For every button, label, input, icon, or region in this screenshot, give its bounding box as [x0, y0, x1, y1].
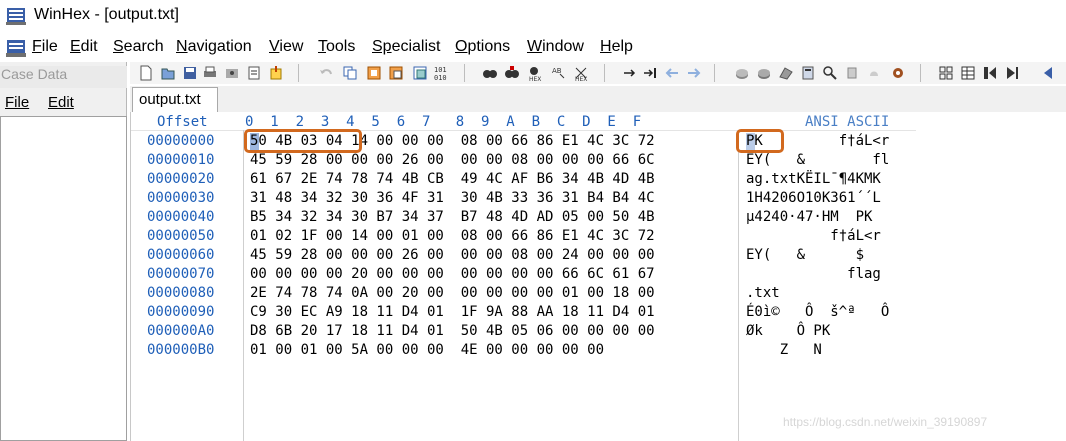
table-view-icon[interactable] — [960, 65, 976, 81]
svg-text:HEX: HEX — [575, 76, 587, 81]
menu-specialist[interactable]: Specialist — [372, 38, 440, 56]
case-menu-file[interactable]: File — [5, 94, 29, 111]
case-data-tree[interactable] — [0, 116, 127, 441]
previous-page-icon[interactable] — [982, 65, 998, 81]
document-icon — [6, 40, 26, 57]
pk-ascii-highlight — [736, 129, 784, 153]
paste-zero-icon[interactable] — [412, 65, 428, 81]
next-page-icon[interactable] — [1004, 65, 1020, 81]
case-data-menu: File Edit — [0, 92, 127, 114]
tool-icon[interactable] — [844, 65, 860, 81]
find-text-icon[interactable] — [482, 65, 498, 81]
calculator-icon[interactable] — [800, 65, 816, 81]
menu-search-key: S — [113, 38, 124, 55]
svg-text:010: 010 — [434, 74, 447, 81]
title-bar: WinHex - [output.txt] — [0, 0, 1066, 34]
menu-tools[interactable]: Tools — [318, 38, 355, 56]
menu-search-label: earch — [123, 38, 164, 55]
offset-header: Offset — [157, 114, 208, 130]
toolbar-separator — [298, 64, 299, 82]
case-menu-edit[interactable]: Edit — [48, 94, 74, 111]
hex-editor-view[interactable]: Offset 0 1 2 3 4 5 6 7 8 9 A B C D E F A… — [130, 112, 1066, 441]
cut-block-icon[interactable] — [366, 65, 382, 81]
menu-view-label: iew — [279, 38, 304, 55]
toolbar: 101 010 HEX AB HEX — [130, 62, 1066, 84]
search-icon[interactable] — [822, 65, 838, 81]
disk-icon[interactable] — [734, 65, 750, 81]
menu-bar: File Edit Search Navigation View Tools S… — [0, 36, 1066, 60]
menu-file-key: F — [32, 38, 42, 55]
go-to-offset-icon[interactable] — [622, 65, 638, 81]
menu-navigation-key: N — [176, 38, 188, 55]
toolbar-separator — [920, 64, 921, 82]
menu-view[interactable]: View — [269, 38, 303, 56]
menu-specialist-label: ecialist — [391, 38, 441, 55]
menu-edit-label: dit — [80, 38, 98, 55]
toolbar-separator — [714, 64, 715, 82]
gear-icon[interactable] — [890, 65, 906, 81]
grid-view-icon[interactable] — [938, 65, 954, 81]
export-icon[interactable] — [268, 65, 284, 81]
menu-navigation[interactable]: Navigation — [176, 38, 252, 56]
properties-icon[interactable] — [224, 65, 240, 81]
watermark: https://blog.csdn.net/weixin_39190897 — [783, 415, 988, 429]
menu-window[interactable]: Window — [527, 38, 584, 56]
menu-specialist-key: Sp — [372, 38, 392, 55]
ascii-text-area[interactable]: PK f†áL<r EY( & fl ag.txtKËIL¯¶4KMK 1H42… — [746, 132, 889, 360]
ram-icon[interactable] — [756, 65, 772, 81]
menu-window-label: indow — [542, 38, 584, 55]
menu-window-key: W — [527, 38, 543, 55]
menu-navigation-label: avigation — [187, 38, 252, 55]
hex-bytes-area[interactable]: 50 4B 03 04 14 00 00 00 08 00 66 86 E1 4… — [250, 132, 655, 360]
menu-file[interactable]: File — [32, 38, 58, 56]
menu-help[interactable]: Help — [600, 38, 633, 56]
ascii-divider — [738, 130, 739, 441]
bell-icon[interactable] — [866, 65, 882, 81]
window-title: WinHex - [output.txt] — [34, 6, 179, 23]
clipboard-icon[interactable] — [246, 65, 262, 81]
menu-tools-label: ools — [326, 38, 356, 55]
menu-view-key: V — [269, 38, 280, 55]
tab-output-txt[interactable]: output.txt — [132, 87, 218, 112]
binary-icon[interactable]: 101010 — [434, 65, 450, 81]
offset-column: 00000000 00000010 00000020 00000030 0000… — [147, 133, 215, 358]
copy-icon[interactable] — [342, 65, 358, 81]
ascii-column-header: ANSI ASCII — [805, 114, 890, 130]
menu-options-key: O — [455, 38, 468, 55]
print-icon[interactable] — [202, 65, 218, 81]
svg-text:101: 101 — [434, 66, 447, 74]
menu-file-label: ile — [41, 38, 58, 55]
new-file-icon[interactable] — [138, 65, 154, 81]
find-hex-icon[interactable]: HEX — [528, 65, 544, 81]
forward-icon[interactable] — [686, 65, 702, 81]
menu-options[interactable]: Options — [455, 38, 510, 56]
zip-signature-highlight — [244, 129, 362, 153]
save-icon[interactable] — [182, 65, 198, 81]
toolbar-separator — [604, 64, 605, 82]
replace-hex-icon[interactable]: HEX — [574, 65, 590, 81]
find-text-red-icon[interactable] — [504, 65, 520, 81]
menu-edit-key: E — [70, 38, 81, 55]
case-data-panel: Case Data File Edit — [0, 62, 127, 441]
menu-tools-key: T — [318, 38, 326, 55]
winhex-logo-icon — [6, 8, 26, 25]
paste-icon[interactable] — [388, 65, 404, 81]
menu-edit[interactable]: Edit — [70, 38, 98, 56]
disk-editor-icon[interactable] — [778, 65, 794, 81]
case-data-title: Case Data — [0, 66, 127, 88]
menu-help-label: elp — [611, 38, 633, 55]
menu-search[interactable]: Search — [113, 38, 164, 56]
menu-options-label: ptions — [467, 38, 511, 55]
open-file-icon[interactable] — [160, 65, 176, 81]
replace-text-icon[interactable]: AB — [552, 65, 568, 81]
go-to-end-icon[interactable] — [642, 65, 658, 81]
menu-help-key: H — [600, 38, 612, 55]
back-icon[interactable] — [664, 65, 680, 81]
svg-text:HEX: HEX — [529, 76, 541, 81]
offset-divider — [243, 130, 244, 441]
tab-bar: output.txt — [130, 86, 1066, 112]
toolbar-separator — [464, 64, 465, 82]
undo-icon[interactable] — [318, 65, 334, 81]
more-arrow-icon[interactable] — [1040, 65, 1056, 81]
